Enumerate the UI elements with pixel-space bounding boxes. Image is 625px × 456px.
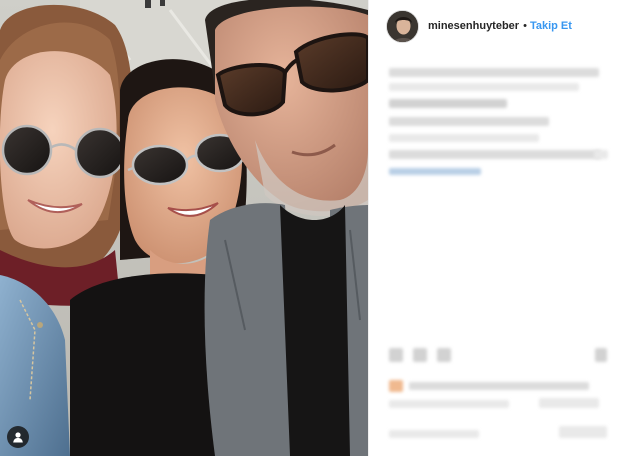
post-side-panel: minesenhuyteber • Takip Et bbox=[368, 0, 625, 456]
user-tags-button[interactable] bbox=[7, 426, 29, 448]
username-link[interactable]: minesenhuyteber bbox=[428, 20, 519, 32]
instagram-post-embed: minesenhuyteber • Takip Et bbox=[0, 0, 625, 456]
profile-picture-icon bbox=[387, 11, 418, 42]
user-silhouette-icon bbox=[13, 432, 23, 443]
post-photo[interactable] bbox=[0, 0, 368, 456]
post-header-text: minesenhuyteber • Takip Et bbox=[428, 20, 572, 33]
separator-dot: • bbox=[523, 20, 527, 32]
post-header: minesenhuyteber • Takip Et bbox=[369, 0, 625, 52]
follow-button[interactable]: Takip Et bbox=[530, 20, 572, 32]
avatar[interactable] bbox=[386, 10, 419, 43]
selfie-illustration bbox=[0, 0, 368, 456]
